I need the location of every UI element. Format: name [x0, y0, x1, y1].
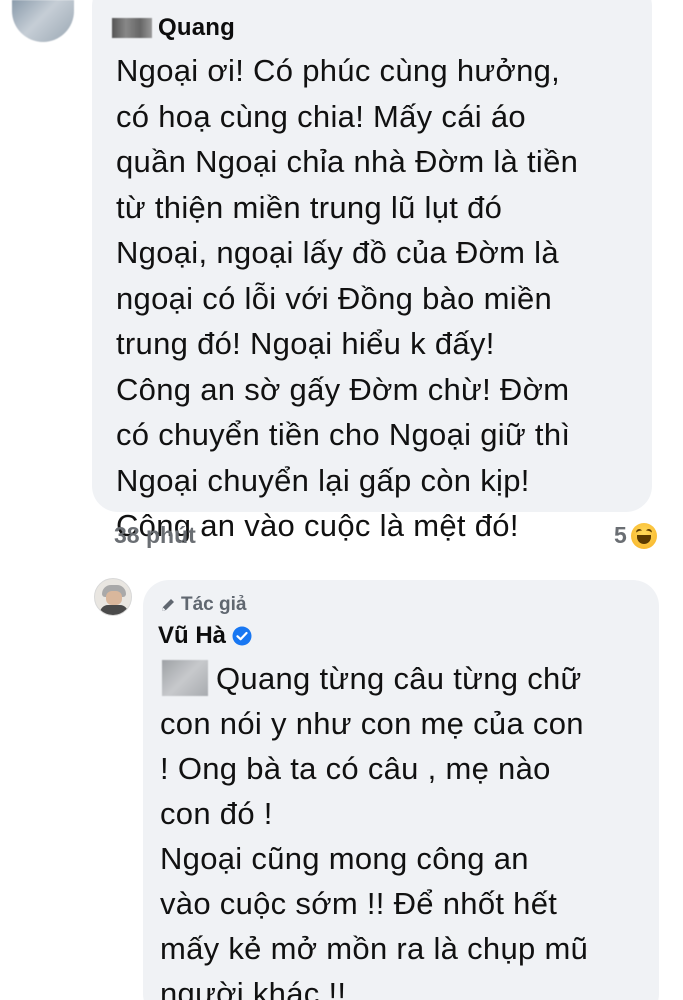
reply-line: con nói y như con mẹ của con: [160, 706, 584, 741]
pencil-icon: [162, 599, 174, 611]
reply-header: Vũ Hà: [158, 622, 252, 650]
author-avatar[interactable]: [94, 578, 132, 616]
comment-line: có chuyển tiền cho Ngoại giữ thì: [116, 417, 571, 452]
comment-line: Ngoại ơi! Có phúc cùng hưởng,: [116, 53, 561, 88]
reply-line: Quang từng câu từng chữ: [216, 661, 582, 696]
reaction-count: 5: [614, 522, 627, 548]
reply-author-name[interactable]: Vũ Hà: [158, 622, 226, 650]
reaction-summary[interactable]: 5: [614, 522, 657, 549]
reply-text: Quang từng câu từng chữ con nói y như co…: [160, 656, 650, 1000]
comment-text: Ngoại ơi! Có phúc cùng hưởng, có hoạ cùn…: [116, 48, 646, 549]
commenter-name[interactable]: Quang: [158, 14, 235, 42]
reply-line: người khác !!: [160, 976, 347, 1000]
haha-emoji-icon: [630, 522, 657, 549]
reply-line: mấy kẻ mở mồn ra là chụp mũ: [160, 931, 589, 966]
reply-line: vào cuộc sớm !! Để nhốt hết: [160, 886, 558, 921]
comment-line: trung đó! Ngoại hiểu k đấy!: [116, 326, 495, 361]
comment-line: quần Ngoại chỉa nhà Đờm là tiền: [116, 144, 579, 179]
comment-thread: Quang Ngoại ơi! Có phúc cùng hưởng, có h…: [0, 0, 683, 1000]
reply-line: ! Ong bà ta có câu , mẹ nào: [160, 751, 551, 786]
comment-line: Công an sờ gấy Đờm chừ! Đờm: [116, 371, 570, 407]
comment-line: Ngoại, ngoại lấy đồ của Đờm là: [116, 235, 559, 270]
comment-line: từ thiện miền trung lũ lụt đó: [116, 189, 503, 225]
comment-timestamp[interactable]: 38 phút: [114, 522, 196, 549]
comment-line: Ngoại chuyển lại gấp còn kịp!: [116, 462, 530, 498]
reply-line: con đó !: [160, 796, 273, 831]
verified-badge-icon: [232, 626, 252, 646]
comment-line: có hoạ cùng chia! Mấy cái áo: [116, 98, 526, 134]
author-badge: Tác giả: [160, 594, 246, 616]
commenter-avatar[interactable]: [12, 0, 74, 42]
blurred-name-part: [112, 18, 152, 38]
comment-line: ngoại có lỗi với Đồng bào miền: [116, 280, 553, 316]
comment-header: Quang: [112, 14, 235, 42]
author-badge-label: Tác giả: [181, 594, 247, 615]
reply-line: Ngoại cũng mong công an: [160, 841, 529, 876]
